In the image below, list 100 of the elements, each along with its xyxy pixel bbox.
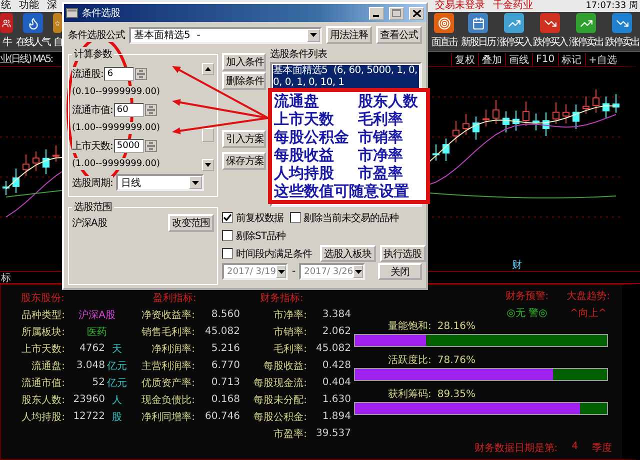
field-label: 流通盘: [30, 360, 65, 372]
param-label: 上市天数: [72, 139, 113, 153]
checkmark-icon [223, 213, 232, 222]
unit-label: 亿元 [106, 360, 128, 372]
checkbox[interactable] [290, 212, 300, 223]
field-label: 上市天数: [20, 342, 65, 356]
meter-label: 活跃度比: [388, 354, 432, 367]
toolbar-item[interactable]: 跌停买入 [532, 12, 568, 51]
param-label: 流通市值: [72, 103, 113, 117]
toolbar-item[interactable]: 涨停买入 [496, 12, 532, 51]
field-label: 品种类型: [20, 308, 65, 322]
dialog-button[interactable]: 保存方案 [222, 152, 266, 170]
spinner-icon[interactable] [144, 140, 157, 152]
dialog-button[interactable]: 删除条件 [222, 72, 266, 90]
field-label: 现金负债比: [140, 394, 195, 406]
dialog-button[interactable]: 改变范围 [168, 214, 214, 232]
field-value: 3.384 [321, 309, 351, 320]
chart-title: 业(日线) MA5: [0, 52, 52, 66]
toolbar-item[interactable]: 新股日历 [460, 12, 496, 51]
dialog-button[interactable]: 执行选股 [380, 245, 426, 262]
people-icon [0, 13, 13, 33]
toolbar-item[interactable]: 面直击 [428, 12, 460, 51]
checkbox-label: 剔除ST品种 [236, 228, 286, 242]
checkbox[interactable] [222, 248, 233, 259]
checkbox-label: 剔除当前未交易的品种 [304, 210, 398, 224]
field-label: 销售毛利率: [140, 326, 195, 338]
close-icon [412, 10, 420, 16]
scrollbar-thumb[interactable] [202, 128, 214, 142]
trend-up-icon [504, 13, 524, 33]
field-label: 优质资产率: [140, 376, 195, 390]
checkbox[interactable] [222, 230, 233, 241]
up-arrow-icon [205, 67, 211, 71]
toolbar-label: 跌停买入 [533, 36, 567, 49]
field-value: 医药 [86, 326, 108, 338]
number-field[interactable]: 6 [104, 67, 134, 81]
field-label: 每股收益: [262, 360, 307, 372]
checkbox[interactable] [222, 212, 233, 223]
indicator-tab[interactable]: 标 [0, 270, 11, 284]
field-label: 毛利率: [272, 342, 307, 356]
field-value: 2.062 [321, 326, 351, 337]
menu-item[interactable]: 深 [47, 0, 57, 12]
annotation-text: 毛利率 [358, 110, 404, 128]
annotation-caption: 这些数值可随意设置 [274, 182, 410, 200]
field-label: 股东人数: [20, 394, 65, 406]
maximize-icon [392, 9, 401, 17]
list-item[interactable]: 基本面精选5 (6, 60, 5000, 1, 0, 0, 0, 1, 0, 10, 1 [273, 65, 419, 89]
scroll-up-button[interactable] [202, 63, 214, 75]
target-icon [434, 13, 454, 33]
flame-icon [23, 13, 43, 33]
period-dropdown[interactable]: 日线 [116, 174, 204, 191]
field-label: 选股周期: [72, 176, 113, 190]
meter-label: 量能饱和: [388, 320, 432, 333]
toolbar-item[interactable]: 涨停卖出 [568, 12, 604, 51]
meter-reading: 89.35% [437, 388, 476, 400]
field-label: 市净率: [272, 308, 307, 322]
meter-reading: 78.76% [437, 354, 476, 366]
field-label: 每股公积金: [252, 410, 307, 424]
field-label: 净资收益率: [140, 308, 195, 322]
annotation-text: 市盈率 [358, 164, 404, 182]
field-value: 1.894 [321, 411, 351, 422]
close-button[interactable] [409, 6, 424, 20]
dialog-button[interactable]: 查看公式 [376, 26, 422, 44]
chart-tool-button[interactable]: +自选 [584, 52, 620, 66]
number-field[interactable]: 5000 [114, 139, 144, 153]
field-label: 主营利润率: [140, 360, 195, 372]
alert-label: 财务预警: [505, 290, 549, 303]
checkbox-label: 时间段内满足条件 [236, 246, 312, 260]
dialog-button[interactable]: 加入条件 [222, 53, 266, 71]
toolbar-item[interactable]: 牛 [0, 12, 13, 51]
annotation-text: 人均持股 [274, 164, 335, 182]
toolbar-item[interactable]: 跌停卖出 [604, 12, 640, 51]
field-value: 6.770 [210, 360, 240, 371]
formula-dropdown[interactable]: 基本面精选5 - [129, 26, 322, 44]
maximize-button[interactable] [389, 6, 404, 20]
calendar-icon [468, 13, 488, 33]
group-title: 计算参数 [72, 47, 114, 61]
annotation-text: 市销率 [358, 128, 404, 146]
dropdown-arrow-icon [192, 180, 199, 184]
annotation-text: 流通盘 [274, 92, 320, 110]
dialog-button[interactable]: 引入方案 [222, 130, 266, 148]
minimize-button[interactable] [369, 6, 384, 20]
report-label: 财务数据日期是第: [474, 442, 558, 455]
dropdown-arrow-icon [310, 33, 317, 37]
field-label: 每股现金流: [252, 376, 307, 390]
field-label: 市销率: [272, 326, 307, 338]
dialog-button[interactable]: 关闭 [378, 263, 422, 280]
number-field[interactable]: 60 [114, 103, 144, 117]
menu-item[interactable]: 功能 [19, 0, 39, 12]
dialog-button[interactable]: 用法注释 [326, 26, 372, 44]
dialog-button[interactable]: 选股入板块 [320, 245, 376, 262]
field-value: 3.048 [75, 360, 105, 371]
toolbar-label: 在线人气 [16, 36, 50, 49]
toolbar-item[interactable]: 在线人气 [13, 12, 53, 51]
field-value: 60.746 [204, 411, 240, 422]
field-value: 12722 [72, 411, 105, 422]
toolbar-item[interactable]: 自 [53, 12, 62, 51]
spinner-icon[interactable] [144, 104, 157, 116]
scroll-down-button[interactable] [202, 159, 214, 171]
finance-marker[interactable]: 财 [512, 258, 522, 272]
spinner-icon[interactable] [135, 68, 148, 80]
